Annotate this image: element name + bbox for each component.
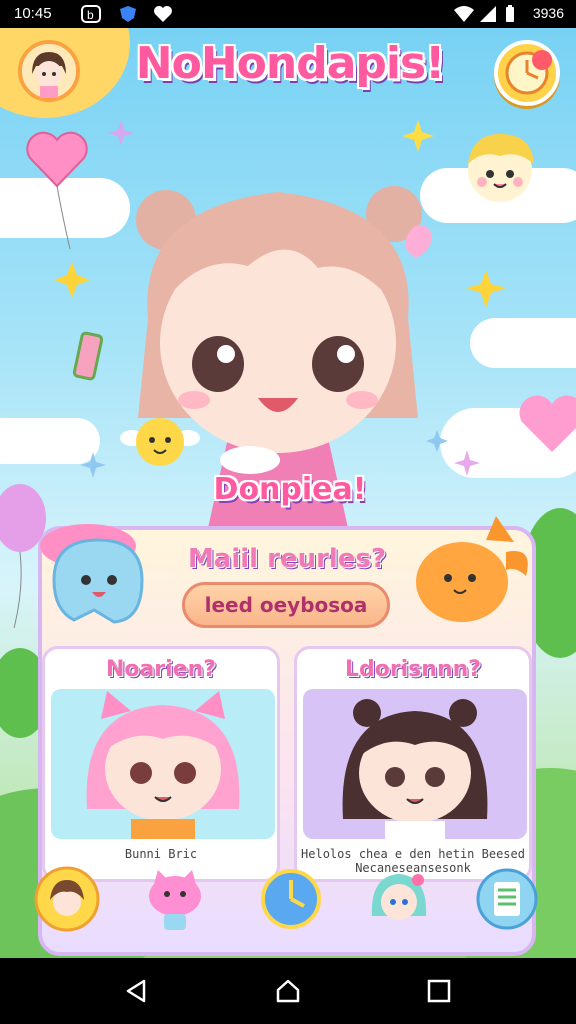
system-nav-bar <box>0 958 576 1024</box>
card-caption: Bunni Bric <box>124 847 198 861</box>
star-wand-icon <box>466 270 506 308</box>
notepad-button[interactable] <box>474 866 540 932</box>
blue-girl-button[interactable] <box>366 866 432 932</box>
friend-avatar-icon <box>34 866 100 932</box>
cat-girl-icon <box>86 691 240 839</box>
battery-icon <box>504 4 516 28</box>
sparkle-icon <box>80 452 106 478</box>
friend-avatar-button[interactable] <box>34 866 100 932</box>
timer-button[interactable] <box>494 40 560 106</box>
heart-balloon-icon <box>519 395 576 452</box>
hero-caption: Donpiea! <box>213 472 367 507</box>
heart-icon <box>152 4 174 28</box>
candy-icon <box>72 331 104 381</box>
card-title: Noarien? <box>105 657 217 682</box>
shield-icon <box>118 4 138 28</box>
recents-icon[interactable] <box>426 978 452 1004</box>
clock-icon <box>261 869 321 929</box>
cloud-decoration <box>470 318 576 368</box>
pink-cat-icon <box>149 870 201 930</box>
game-title: NoHondapis! <box>135 38 445 89</box>
panel-action-button[interactable]: leed oeybosoa <box>182 582 390 628</box>
star-icon <box>54 262 90 298</box>
cat-girl-portrait <box>51 689 275 839</box>
heart-balloon-icon <box>26 131 88 250</box>
brown-hair-girl-portrait <box>303 689 527 839</box>
b-icon: b <box>80 4 102 28</box>
sparkle-icon <box>454 450 480 476</box>
brown-hair-girl-icon <box>342 699 488 839</box>
player-avatar-button[interactable] <box>18 40 80 102</box>
clock-button[interactable] <box>258 866 324 932</box>
blue-girl-icon <box>371 874 427 920</box>
status-bar: 10:45 b 3936 <box>0 0 576 28</box>
status-time: 10:45 <box>14 5 52 22</box>
star-icon <box>402 120 434 152</box>
option-card-1[interactable]: Noarien? Bunni Bric <box>42 646 280 882</box>
wifi-icon <box>452 4 476 28</box>
game-screen: Donpiea! NoHondapis! Maiil reurles? leed… <box>0 28 576 958</box>
svg-text:b: b <box>87 8 94 22</box>
home-icon[interactable] <box>275 978 301 1004</box>
notepad-icon <box>476 868 538 930</box>
sparkle-icon <box>108 120 134 146</box>
blonde-fairy-icon <box>456 134 548 202</box>
card-title: Ldorisnnn? <box>344 657 482 682</box>
timer-icon <box>505 50 552 95</box>
option-card-2[interactable]: Ldorisnnn? Helolos chea e den hetin Bees… <box>294 646 532 882</box>
pink-cat-button[interactable] <box>142 866 208 932</box>
orange-fox-creature <box>416 516 528 622</box>
battery-text: 3936 <box>532 5 564 21</box>
player-avatar-icon <box>22 44 76 98</box>
signal-icon <box>478 4 498 28</box>
blue-ghost-creature <box>40 524 144 624</box>
back-icon[interactable] <box>124 978 150 1004</box>
